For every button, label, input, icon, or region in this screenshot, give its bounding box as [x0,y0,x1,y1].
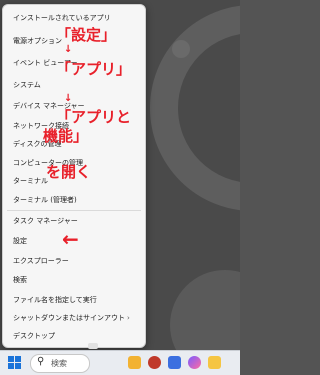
taskbar-app-icon[interactable] [148,356,161,369]
annotation-open: を開く [46,163,92,181]
menu-item-explorer[interactable]: エクスプローラー [13,253,69,269]
menu-item-desktop[interactable]: デスクトップ [13,328,55,344]
menu-item-label: タスク マネージャー [13,217,78,225]
search-placeholder: 検索 [51,359,67,368]
wallpaper-dot-shape [172,40,190,58]
menu-item-label: ターミナル (管理者) [13,196,77,204]
menu-item-label: エクスプローラー [13,257,69,265]
annotation-left-arrow-icon: ← [62,227,79,251]
file-explorer-icon[interactable] [208,356,221,369]
menu-item-label: システム [13,81,41,89]
menu-separator [7,210,141,211]
chevron-right-icon: › [127,314,130,322]
annotation-settings: 「設定」 [56,26,117,44]
menu-item-label: デスクトップ [13,332,55,340]
menu-item-run[interactable]: ファイル名を指定して実行 [13,292,97,308]
menu-item-label: ターミナル [13,177,48,185]
wallpaper-ring-shape [150,5,240,211]
menu-item-system[interactable]: システム [13,77,41,93]
menu-item-label: 設定 [13,237,27,245]
menu-item-terminal[interactable]: ターミナル [13,173,48,189]
menu-item-label: シャットダウンまたはサインアウト [13,314,125,322]
menu-item-power-options[interactable]: 電源オプション [13,33,62,49]
annotation-app: 「アプリ」 [56,60,132,78]
annotation-features: 機能」 [43,127,89,145]
menu-item-label: ファイル名を指定して実行 [13,296,97,304]
annotation-apps-and: 「アプリと [56,108,132,126]
menu-item-settings[interactable]: 設定 [13,233,27,249]
menu-item-terminal-admin[interactable]: ターミナル (管理者) [13,192,77,208]
taskbar-app-icon[interactable] [128,356,141,369]
windows-start-icon[interactable] [8,356,22,370]
menu-item-shutdown-signout[interactable]: シャットダウンまたはサインアウト › [13,310,130,326]
annotation-arrow-down-icon: ↓ [64,44,73,55]
annotation-arrow-down-icon: ↓ [64,93,73,104]
taskbar: ⚲ 検索 [0,350,240,375]
menu-item-label: 検索 [13,276,27,284]
menu-item-label: インストールされているアプリ [13,14,111,22]
menu-item-label: 電源オプション [13,37,62,45]
menu-handle [88,343,98,349]
search-icon: ⚲ [37,356,45,367]
taskbar-search-box[interactable]: ⚲ 検索 [30,354,90,373]
copilot-icon[interactable] [188,356,201,369]
taskbar-app-icon[interactable] [168,356,181,369]
menu-item-search[interactable]: 検索 [13,272,27,288]
